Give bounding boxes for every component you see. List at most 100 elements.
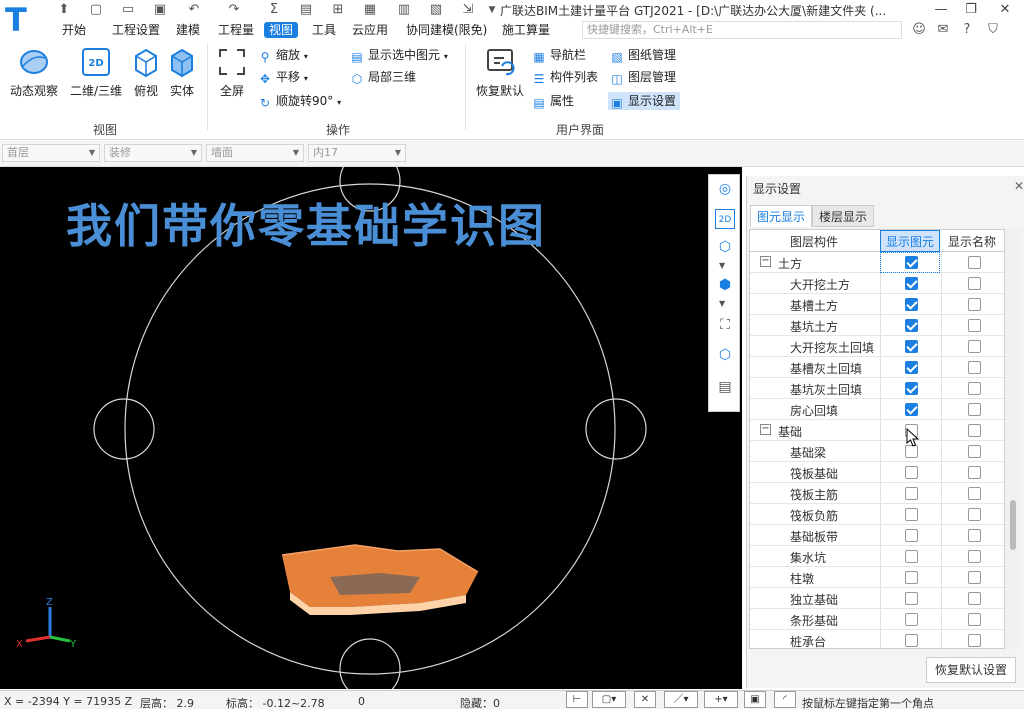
tab-element-display[interactable]: 图元显示 — [750, 205, 813, 227]
restore-default-settings-button[interactable]: 恢复默认设置 — [926, 657, 1016, 683]
menu-construction[interactable]: 施工算量 — [502, 22, 550, 38]
show-element-checkbox[interactable] — [905, 298, 918, 311]
undo-icon[interactable]: ↶ — [186, 2, 202, 18]
snap-icon[interactable]: ⊢ — [566, 691, 588, 708]
show-element-checkbox[interactable] — [905, 592, 918, 605]
orbit-handle-right[interactable] — [585, 398, 647, 460]
table-row[interactable]: 条形基础 — [750, 609, 1004, 630]
table-row[interactable]: 桩承台 — [750, 630, 1004, 648]
show-element-checkbox[interactable] — [905, 613, 918, 626]
table-row[interactable]: 集水坑 — [750, 546, 1004, 567]
orbit-icon[interactable]: ◎ — [715, 179, 735, 199]
show-name-checkbox[interactable] — [968, 298, 981, 311]
orbit-handle-left[interactable] — [93, 398, 155, 460]
solid-button[interactable]: 实体 — [166, 46, 198, 99]
cube-outline-icon[interactable]: ⬡ — [715, 237, 735, 257]
show-name-checkbox[interactable] — [968, 319, 981, 332]
show-name-checkbox[interactable] — [968, 571, 981, 584]
menu-modeling[interactable]: 建模 — [176, 22, 200, 38]
table-row[interactable]: − 土方 — [750, 252, 1004, 273]
show-name-checkbox[interactable] — [968, 256, 981, 269]
table-row[interactable]: 筏板负筋 — [750, 504, 1004, 525]
show-element-checkbox[interactable] — [905, 382, 918, 395]
export-icon[interactable]: ⇲ — [460, 2, 476, 18]
menu-project-settings[interactable]: 工程设置 — [112, 22, 160, 38]
show-name-checkbox[interactable] — [968, 277, 981, 290]
line-tool-icon[interactable]: ／▾ — [664, 691, 698, 708]
floor-select[interactable]: 首层 ▼ — [2, 144, 100, 162]
scrollbar-thumb[interactable] — [1010, 500, 1016, 550]
menu-quantities[interactable]: 工程量 — [218, 22, 254, 38]
show-name-checkbox[interactable] — [968, 361, 981, 374]
excavation-solid[interactable] — [281, 544, 479, 615]
fullscreen-icon[interactable]: ⛶ — [715, 315, 735, 335]
chat-icon[interactable]: ✉ — [934, 21, 952, 39]
open-icon[interactable]: ⬆ — [56, 2, 72, 18]
cross-select-icon[interactable]: ✕ — [634, 691, 656, 708]
show-element-checkbox[interactable] — [905, 466, 918, 479]
chevron-down-icon[interactable]: ▼ — [719, 299, 725, 308]
new-icon[interactable]: ▢ — [88, 2, 104, 18]
item-select[interactable]: 内17 ▼ — [308, 144, 406, 162]
table-row[interactable]: 独立基础 — [750, 588, 1004, 609]
panel-scrollbar[interactable] — [1006, 229, 1020, 649]
show-element-checkbox[interactable] — [905, 634, 918, 647]
close-icon[interactable]: ✕ — [990, 1, 1020, 19]
show-name-checkbox[interactable] — [968, 487, 981, 500]
header-show-name[interactable]: 显示名称 — [943, 233, 1001, 250]
table-row[interactable]: 筏板基础 — [750, 462, 1004, 483]
category-select[interactable]: 装修 ▼ — [104, 144, 202, 162]
2d-3d-button[interactable]: 2D 二维/三维 — [66, 46, 126, 99]
ortho-icon[interactable]: ▣ — [744, 691, 766, 708]
show-name-checkbox[interactable] — [968, 424, 981, 437]
calc-icon[interactable]: ▤ — [298, 2, 314, 18]
show-name-checkbox[interactable] — [968, 403, 981, 416]
show-element-checkbox[interactable] — [905, 319, 918, 332]
menu-view[interactable]: 视图 — [264, 22, 299, 38]
local-3d-button[interactable]: ⬡ 局部三维 — [350, 68, 416, 86]
show-name-checkbox[interactable] — [968, 613, 981, 626]
show-element-checkbox[interactable] — [905, 403, 918, 416]
orbit-handle-bottom[interactable] — [339, 638, 401, 689]
show-name-checkbox[interactable] — [968, 466, 981, 479]
show-element-checkbox[interactable] — [905, 571, 918, 584]
show-name-checkbox[interactable] — [968, 634, 981, 647]
box-icon[interactable]: ▧ — [428, 2, 444, 18]
show-name-checkbox[interactable] — [968, 340, 981, 353]
show-element-checkbox[interactable] — [905, 529, 918, 542]
chevron-down-icon[interactable]: ▼ — [484, 2, 500, 18]
table-row[interactable]: 基槽灰土回填 — [750, 357, 1004, 378]
table-row[interactable]: 柱墩 — [750, 567, 1004, 588]
table-row[interactable]: 基坑灰土回填 — [750, 378, 1004, 399]
shortcut-search-input[interactable]: 快捷键搜索，Ctrl+Alt+E — [582, 21, 902, 39]
table-row[interactable]: 基坑土方 — [750, 315, 1004, 336]
grid-icon[interactable]: ⊞ — [330, 2, 346, 18]
tile-icon[interactable]: ▥ — [396, 2, 412, 18]
component-list-button[interactable]: ☰ 构件列表 — [532, 68, 598, 86]
zoom-button[interactable]: ⚲ 缩放 ▾ — [258, 46, 308, 64]
show-element-checkbox[interactable] — [905, 550, 918, 563]
component-select[interactable]: 墙面 ▼ — [206, 144, 304, 162]
show-element-checkbox[interactable] — [905, 487, 918, 500]
fullscreen-button[interactable]: 全屏 — [215, 46, 249, 99]
menu-collab[interactable]: 协同建模(限免) — [406, 22, 487, 38]
table-row[interactable]: 筏板主筋 — [750, 483, 1004, 504]
display-settings-button[interactable]: ▣ 显示设置 — [608, 92, 681, 110]
show-selected-button[interactable]: ▤ 显示选中图元 ▾ — [350, 46, 448, 64]
layer-mgmt-button[interactable]: ◫ 图层管理 — [610, 68, 676, 86]
shirt-icon[interactable]: ⛉ — [984, 21, 1002, 39]
menu-start[interactable]: 开始 — [62, 22, 86, 38]
show-name-checkbox[interactable] — [968, 529, 981, 542]
properties-button[interactable]: ▤ 属性 — [532, 92, 574, 110]
table-row[interactable]: 房心回填 — [750, 399, 1004, 420]
settings-list-icon[interactable]: ▤ — [715, 377, 735, 397]
show-name-checkbox[interactable] — [968, 382, 981, 395]
table-row[interactable]: − 基础 — [750, 420, 1004, 441]
layers-icon[interactable]: ▦ — [362, 2, 378, 18]
header-show-element[interactable]: 显示图元 — [881, 233, 939, 250]
tab-floor-display[interactable]: 楼层显示 — [812, 205, 875, 227]
show-name-checkbox[interactable] — [968, 592, 981, 605]
cube-solid-icon[interactable]: ⬢ — [715, 275, 735, 295]
add-point-icon[interactable]: +▾ — [704, 691, 738, 708]
pan-button[interactable]: ✥ 平移 ▾ — [258, 68, 308, 86]
